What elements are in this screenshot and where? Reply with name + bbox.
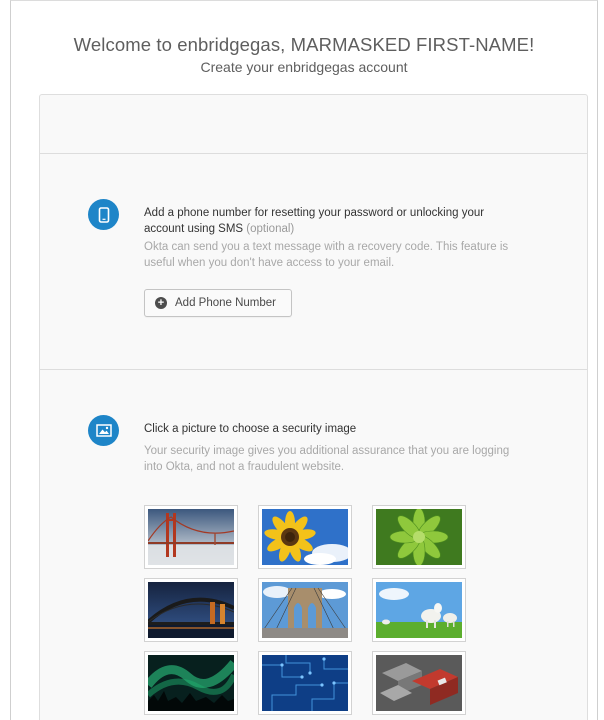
optional-label: (optional) — [246, 223, 295, 235]
signup-frame: Welcome to enbridgegas, MARMASKED FIRST-… — [10, 0, 598, 720]
add-phone-number-label: Add Phone Number — [175, 297, 277, 309]
security-image-heading: Click a picture to choose a security ima… — [144, 423, 357, 435]
mobile-phone-icon — [88, 199, 119, 230]
security-image-succulent-plant[interactable] — [372, 505, 466, 569]
security-image-description: Your security image gives you additional… — [144, 445, 510, 473]
security-image-sunflower[interactable] — [258, 505, 352, 569]
security-image-circuit-board[interactable] — [258, 651, 352, 715]
security-image-brooklyn-bridge[interactable] — [258, 578, 352, 642]
security-image-keyboard-keys[interactable] — [372, 651, 466, 715]
picture-icon — [88, 415, 119, 446]
account-setup-card: Add a phone number for resetting your pa… — [39, 94, 588, 720]
security-image-golden-gate-bridge[interactable] — [144, 505, 238, 569]
phone-section-description: Okta can send you a text message with a … — [144, 241, 509, 269]
phone-section-heading: Add a phone number for resetting your pa… — [144, 207, 485, 235]
add-phone-number-button[interactable]: + Add Phone Number — [144, 289, 292, 317]
page-title: Welcome to enbridgegas, MARMASKED FIRST-… — [73, 34, 535, 55]
section-divider — [40, 153, 587, 154]
security-image-harbour-bridge-night[interactable] — [144, 578, 238, 642]
plus-circle-icon: + — [155, 297, 167, 309]
security-image-lambs-in-field[interactable] — [372, 578, 466, 642]
page-subtitle: Create your enbridgegas account — [200, 59, 408, 75]
security-image-aurora-borealis[interactable] — [144, 651, 238, 715]
section-divider — [40, 369, 587, 370]
